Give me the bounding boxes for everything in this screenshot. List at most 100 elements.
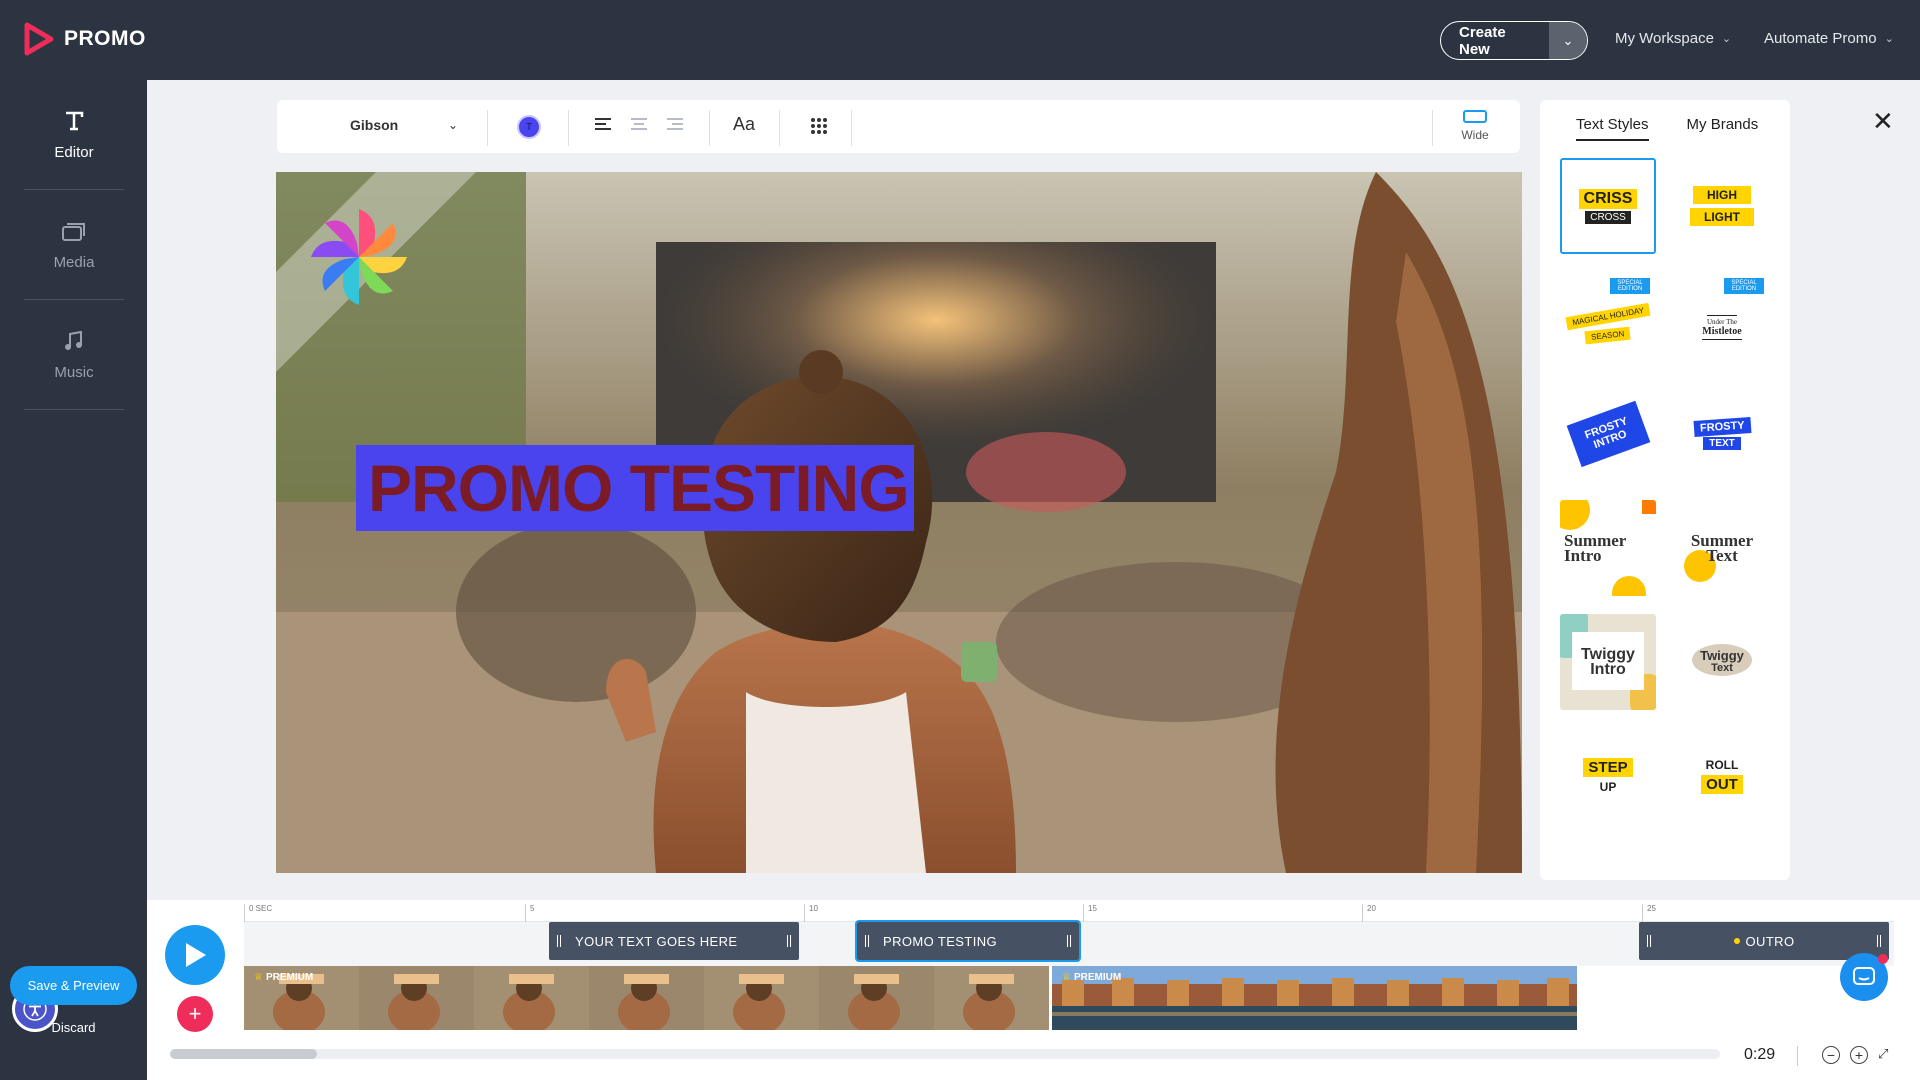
clip-handle-left[interactable] (865, 935, 869, 947)
style-tile-twiggy-text[interactable]: Twiggy Text (1674, 614, 1770, 710)
style-tile-under-the-mistletoe[interactable]: SPECIAL EDITION Under The Mistletoe (1674, 272, 1770, 368)
zoom-in-icon[interactable]: + (1850, 1046, 1868, 1064)
premium-badge: ♕ PREMIUM (254, 972, 313, 983)
style-tile-criss-cross[interactable]: CRISS CROSS (1560, 158, 1656, 254)
tile-title: MAGICAL HOLIDAY (1565, 302, 1651, 331)
style-tile-frosty-text[interactable]: FROSTY TEXT (1674, 386, 1770, 482)
media-stack-icon (61, 218, 87, 244)
special-edition-badge: SPECIAL EDITION (1724, 278, 1764, 294)
sidebar-item-editor[interactable]: Editor (24, 80, 124, 190)
timeline-ruler: 0 SEC 5 10 15 20 25 (244, 900, 1894, 922)
save-preview-button[interactable]: Save & Preview (10, 966, 137, 1005)
text-track: YOUR TEXT GOES HERE PROMO TESTING OUTRO (244, 920, 1894, 966)
ruler-tick: 15 (1083, 904, 1097, 922)
close-icon[interactable]: ✕ (1872, 106, 1894, 137)
toolbar-divider (779, 110, 780, 146)
text-clip-label: YOUR TEXT GOES HERE (575, 933, 738, 949)
align-right-icon[interactable] (667, 118, 683, 132)
festival-thumbnail-strip (244, 966, 1049, 1030)
toolbar-divider (709, 110, 710, 146)
toolbar-divider (568, 110, 569, 146)
style-tile-summer-text[interactable]: Summer Text (1674, 500, 1770, 596)
automate-promo-menu[interactable]: Automate Promo ⌄ (1764, 30, 1894, 47)
sidebar-item-label: Editor (54, 144, 94, 161)
style-tile-frosty-intro[interactable]: FROSTY INTRO (1560, 386, 1656, 482)
chevron-down-icon[interactable]: ⌄ (1549, 22, 1587, 59)
clip-handle-left[interactable] (1647, 935, 1651, 947)
tile-subtitle: Intro (1564, 546, 1602, 565)
video-clip-canal[interactable]: ♕ PREMIUM (1052, 966, 1577, 1030)
style-tile-magical-holiday[interactable]: SPECIAL EDITION MAGICAL HOLIDAY SEASON (1560, 272, 1656, 368)
tab-text-styles[interactable]: Text Styles (1576, 116, 1649, 141)
text-clip-selected[interactable]: PROMO TESTING (855, 920, 1081, 962)
align-left-icon[interactable] (595, 118, 611, 132)
sidebar-item-music[interactable]: Music (24, 300, 124, 410)
zoom-out-icon[interactable]: − (1822, 1046, 1840, 1064)
tile-subtitle: Mistletoe (1702, 326, 1742, 340)
font-family-select[interactable]: Gibson (350, 117, 398, 133)
text-toolbar: Gibson ⌄ T Aa Wide (277, 100, 1520, 153)
tile-title: CRISS (1578, 188, 1638, 209)
notification-dot (1878, 954, 1888, 964)
headline-text-layer[interactable]: PROMO TESTING (356, 445, 914, 531)
create-new-label: Create New (1459, 23, 1506, 58)
style-tile-twiggy-intro[interactable]: Twiggy Intro (1560, 614, 1656, 710)
summer-accent-shape (1642, 500, 1656, 514)
clip-handle-right[interactable] (1067, 935, 1071, 947)
chevron-down-icon[interactable]: ⌄ (448, 118, 458, 132)
clip-handle-left[interactable] (557, 935, 561, 947)
clip-handle-right[interactable] (787, 935, 791, 947)
expand-icon[interactable]: ⤢ (1878, 1046, 1896, 1064)
aspect-ratio-button[interactable]: Wide (1447, 108, 1503, 142)
video-clip-festival[interactable]: ♕ PREMIUM (244, 966, 1049, 1030)
tile-subtitle: LIGHT (1690, 208, 1754, 226)
tile-title: STEP (1583, 758, 1633, 777)
timeline-scrollbar[interactable] (170, 1049, 1720, 1059)
promo-logo[interactable]: PROMO (24, 22, 146, 56)
tile-subtitle: Text (1706, 546, 1738, 565)
tab-my-brands[interactable]: My Brands (1687, 116, 1759, 141)
tile-subtitle: OUT (1701, 775, 1743, 794)
add-clip-button[interactable]: + (177, 996, 213, 1032)
text-clip-label: OUTRO (1745, 933, 1795, 949)
tile-subtitle: Intro (1590, 661, 1626, 678)
aspect-ratio-label: Wide (1461, 128, 1489, 142)
summer-sun-shape (1612, 576, 1646, 596)
toolbar-divider (487, 110, 488, 146)
premium-badge: ♕ PREMIUM (1062, 972, 1121, 983)
text-case-button[interactable]: Aa (733, 114, 755, 135)
text-color-picker[interactable]: T (517, 115, 541, 139)
text-clip[interactable]: YOUR TEXT GOES HERE (549, 922, 799, 960)
my-workspace-menu[interactable]: My Workspace ⌄ (1615, 30, 1731, 47)
clip-handle-right[interactable] (1877, 935, 1881, 947)
video-preview-canvas[interactable]: PROMO TESTING (276, 172, 1522, 873)
premium-label: PREMIUM (1073, 972, 1122, 983)
discard-button[interactable]: Discard (0, 1020, 147, 1035)
pinwheel-logo-icon (311, 209, 407, 305)
special-edition-badge: SPECIAL EDITION (1610, 278, 1650, 294)
text-styles-panel: Text Styles My Brands CRISS CROSS HIGH L… (1540, 100, 1790, 880)
align-center-icon[interactable] (631, 118, 647, 132)
tile-subtitle: SEASON (1584, 326, 1632, 345)
crown-icon: ♕ (254, 972, 263, 983)
style-tile-high-light[interactable]: HIGH LIGHT (1674, 158, 1770, 254)
play-button[interactable] (165, 925, 225, 985)
text-t-icon (61, 108, 87, 134)
tile-title: FROSTY (1693, 416, 1751, 437)
automate-promo-label: Automate Promo (1764, 30, 1877, 47)
outro-clip[interactable]: OUTRO (1639, 922, 1889, 960)
play-icon (186, 943, 206, 967)
style-tile-step-up[interactable]: STEP UP (1560, 728, 1656, 824)
grid-dots-icon[interactable] (811, 118, 827, 134)
sidebar-item-label: Music (54, 364, 94, 381)
tile-title: ROLL (1705, 758, 1739, 772)
create-new-button[interactable]: Create New ⌄ (1440, 21, 1588, 60)
brand-name: PROMO (64, 27, 146, 50)
style-tile-roll-out[interactable]: ROLL OUT (1674, 728, 1770, 824)
chevron-down-icon: ⌄ (1721, 33, 1732, 45)
sidebar-item-media[interactable]: Media (24, 190, 124, 300)
top-bar: PROMO Create New ⌄ My Workspace ⌄ Automa… (0, 0, 1920, 80)
scrollbar-thumb[interactable] (170, 1049, 317, 1059)
style-tile-summer-intro[interactable]: Summer Intro (1560, 500, 1656, 596)
ruler-tick: 0 SEC (244, 904, 272, 922)
